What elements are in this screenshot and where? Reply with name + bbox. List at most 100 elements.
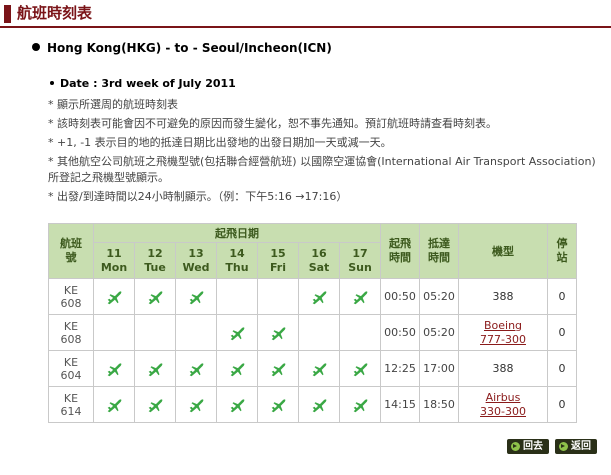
note-item: * 該時刻表可能會因不可避免的原因而發生變化，恕不事先通知。預訂航班時請查看時刻… bbox=[48, 117, 497, 130]
back-button[interactable]: 回去 bbox=[507, 439, 549, 454]
flight-code: 614 bbox=[60, 404, 82, 418]
flight-number-header: 航班號 bbox=[48, 223, 94, 279]
day-cell bbox=[257, 314, 299, 351]
arrival-time: 05:20 bbox=[419, 278, 459, 315]
day-name: Fri bbox=[269, 260, 286, 274]
return-button[interactable]: 返回 bbox=[555, 439, 597, 454]
day-name: Mon bbox=[100, 260, 128, 274]
table-row: KE 604 12:25 17:00 388 0 bbox=[48, 350, 577, 387]
day-cell bbox=[134, 350, 176, 387]
aircraft-model-link[interactable]: Boeing 777-300 bbox=[474, 319, 532, 347]
arrival-time: 05:20 bbox=[419, 314, 459, 351]
flight-code: 608 bbox=[60, 332, 82, 346]
stops-count: 0 bbox=[547, 386, 577, 423]
day-cell bbox=[134, 278, 176, 315]
plane-icon bbox=[107, 398, 122, 412]
plane-icon bbox=[312, 290, 327, 304]
stops-header-text: 停站 bbox=[556, 237, 568, 264]
aircraft-model-link[interactable]: Airbus 330-300 bbox=[474, 391, 532, 419]
day-cell bbox=[175, 278, 217, 315]
arrival-time: 18:50 bbox=[419, 386, 459, 423]
table-row: KE 614 14:15 18:50 Airbus 330-300 0 bbox=[48, 386, 577, 423]
day-number: 16 bbox=[311, 246, 327, 260]
day-name: Wed bbox=[182, 260, 210, 274]
day-cell bbox=[339, 314, 381, 351]
plane-icon bbox=[353, 362, 368, 376]
day-name: Thu bbox=[225, 260, 249, 274]
day-cell bbox=[257, 386, 299, 423]
page-title: 航班時刻表 bbox=[17, 4, 93, 22]
day-cell bbox=[93, 314, 135, 351]
departure-time: 00:50 bbox=[380, 278, 420, 315]
plane-icon bbox=[271, 326, 286, 340]
plane-icon bbox=[353, 290, 368, 304]
arrow-right-icon bbox=[559, 442, 568, 451]
note-item: * 其他航空公司航班之飛機型號(包括聯合經營航班) 以國際空運協會(Intern… bbox=[48, 155, 596, 184]
notes-list: * 顯示所選周的航班時刻表 * 該時刻表可能會因不可避免的原因而發生變化，恕不事… bbox=[48, 97, 608, 208]
plane-icon bbox=[271, 362, 286, 376]
day-cell bbox=[175, 350, 217, 387]
departure-time: 00:50 bbox=[380, 314, 420, 351]
flight-number: KE 614 bbox=[48, 386, 94, 423]
title-underline bbox=[0, 26, 611, 28]
day-header-tue: 12 Tue bbox=[134, 242, 176, 279]
stops-count: 0 bbox=[547, 314, 577, 351]
departure-time: 12:25 bbox=[380, 350, 420, 387]
departure-time: 14:15 bbox=[380, 386, 420, 423]
departure-time-header: 起飛時間 bbox=[380, 223, 420, 279]
carrier-code: KE bbox=[63, 391, 79, 405]
plane-icon bbox=[189, 290, 204, 304]
day-cell bbox=[216, 386, 258, 423]
plane-icon bbox=[148, 398, 163, 412]
stops-count: 0 bbox=[547, 278, 577, 315]
day-cell bbox=[339, 278, 381, 315]
note-item: * 顯示所選周的航班時刻表 bbox=[48, 98, 178, 111]
flight-code: 604 bbox=[60, 368, 82, 382]
day-name: Tue bbox=[144, 260, 166, 274]
arrival-time: 17:00 bbox=[419, 350, 459, 387]
stops-header: 停站 bbox=[547, 223, 577, 279]
day-cell bbox=[298, 314, 340, 351]
date-line: Date : 3rd week of July 2011 bbox=[50, 77, 236, 90]
nav-buttons: 回去 返回 bbox=[507, 439, 597, 454]
day-cell bbox=[93, 386, 135, 423]
day-cell bbox=[134, 386, 176, 423]
day-cell bbox=[216, 278, 258, 315]
day-header-fri: 15 Fri bbox=[257, 242, 299, 279]
title-bar: 航班時刻表 bbox=[0, 0, 611, 28]
stops-count: 0 bbox=[547, 350, 577, 387]
flight-number: KE 604 bbox=[48, 350, 94, 387]
dot-icon bbox=[50, 81, 54, 85]
plane-icon bbox=[189, 362, 204, 376]
day-cell bbox=[216, 314, 258, 351]
day-cell bbox=[298, 386, 340, 423]
carrier-code: KE bbox=[63, 355, 79, 369]
departure-date-header: 起飛日期 bbox=[93, 223, 381, 243]
day-number: 12 bbox=[147, 246, 163, 260]
plane-icon bbox=[107, 362, 122, 376]
day-cell bbox=[257, 350, 299, 387]
day-number: 14 bbox=[229, 246, 245, 260]
day-header-sat: 16 Sat bbox=[298, 242, 340, 279]
day-header-sun: 17 Sun bbox=[339, 242, 381, 279]
plane-icon bbox=[271, 398, 286, 412]
back-button-label: 回去 bbox=[523, 441, 543, 452]
day-header-mon: 11 Mon bbox=[93, 242, 135, 279]
day-number: 11 bbox=[106, 246, 122, 260]
plane-icon bbox=[107, 290, 122, 304]
title-marker bbox=[4, 5, 11, 23]
header-row: 航班號 起飛日期 起飛時間 抵達時間 機型 停站 bbox=[48, 223, 577, 279]
bullet-icon bbox=[32, 43, 40, 51]
day-cell bbox=[339, 350, 381, 387]
day-cell bbox=[257, 278, 299, 315]
day-cell bbox=[298, 350, 340, 387]
return-button-label: 返回 bbox=[571, 441, 591, 452]
date-label: Date : 3rd week of July 2011 bbox=[60, 77, 236, 90]
day-cell bbox=[175, 386, 217, 423]
day-cell bbox=[216, 350, 258, 387]
arrival-time-header-text: 抵達時間 bbox=[428, 237, 450, 264]
table-row: KE 608 00:50 05:20 388 0 bbox=[48, 278, 577, 315]
note-item: * 出發/到達時間以24小時制顯示。（例：下午5:16 →17:16） bbox=[48, 190, 348, 203]
day-name: Sat bbox=[308, 260, 330, 274]
route-heading: Hong Kong(HKG) - to - Seoul/Incheon(ICN) bbox=[32, 41, 332, 55]
